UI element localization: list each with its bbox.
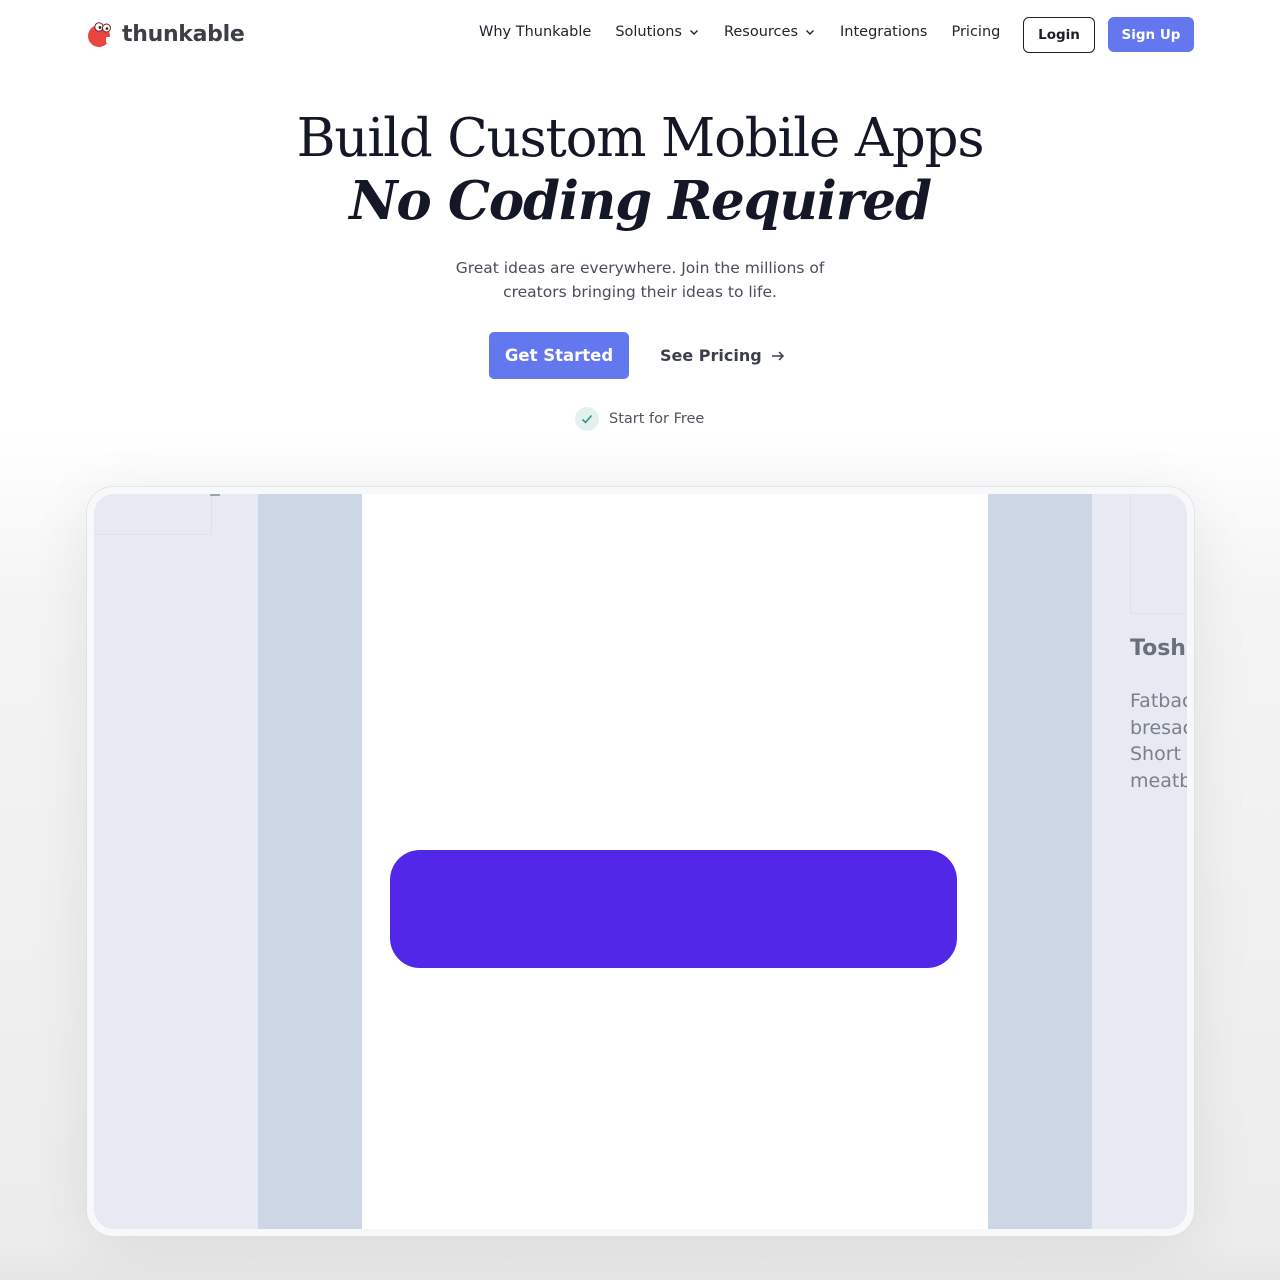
- hero-title-line2: No Coding Required: [349, 170, 932, 232]
- preview-card-body: Fatbac bresac Short meatb: [1130, 688, 1187, 794]
- preview-divider: [210, 494, 220, 496]
- preview-card-body-line: Fatbac: [1130, 690, 1187, 712]
- start-for-free-note: Start for Free: [575, 407, 704, 431]
- chevron-down-icon: [806, 30, 815, 35]
- nav-item-label: Why Thunkable: [479, 24, 592, 40]
- nav-item-integrations[interactable]: Integrations: [840, 24, 927, 40]
- hero-subtitle: Great ideas are everywhere. Join the mil…: [0, 256, 1280, 304]
- chevron-down-icon: [689, 30, 698, 35]
- brand-name: thunkable: [122, 21, 245, 47]
- nav-item-solutions[interactable]: Solutions: [615, 24, 700, 40]
- preview-right-panel: Tosh Fatbac bresac Short meatb: [1092, 494, 1187, 1229]
- see-pricing-label: See Pricing: [660, 346, 762, 365]
- see-pricing-link[interactable]: See Pricing: [660, 346, 786, 365]
- nav-item-label: Solutions: [615, 24, 682, 40]
- thunkable-mascot-icon: [86, 20, 114, 48]
- check-icon: [575, 407, 599, 431]
- arrow-right-icon: [771, 350, 784, 361]
- brand-logo[interactable]: thunkable: [86, 20, 245, 48]
- preview-card-body-line: Short: [1130, 743, 1181, 765]
- preview-left-card: [94, 494, 212, 535]
- nav-item-label: Pricing: [951, 24, 1001, 40]
- hero-title: Build Custom Mobile Apps No Coding Requi…: [0, 108, 1280, 232]
- hero-title-line1: Build Custom Mobile Apps: [296, 108, 985, 169]
- sign-up-button[interactable]: Sign Up: [1108, 17, 1194, 52]
- top-navigation: thunkable Why Thunkable Solutions Resour…: [0, 0, 1280, 70]
- hero-subtitle-line2: creators bringing their ideas to life.: [503, 283, 777, 301]
- nav-item-why-thunkable[interactable]: Why Thunkable: [479, 24, 591, 40]
- nav-item-label: Integrations: [840, 24, 928, 40]
- nav-item-resources[interactable]: Resources: [724, 24, 816, 40]
- preview-card-body-line: bresac: [1130, 716, 1187, 739]
- preview-card-image: [1130, 494, 1187, 614]
- get-started-button[interactable]: Get Started: [489, 332, 629, 379]
- preview-accent-button: [390, 850, 957, 968]
- hero-subtitle-line1: Great ideas are everywhere. Join the mil…: [455, 259, 825, 277]
- nav-item-pricing[interactable]: Pricing: [951, 24, 1000, 40]
- nav-item-label: Resources: [723, 24, 799, 40]
- start-for-free-text: Start for Free: [609, 411, 705, 427]
- preview-left-sidebar: [258, 494, 362, 1229]
- preview-left-panel: [94, 494, 258, 1229]
- login-button[interactable]: Login: [1023, 17, 1095, 53]
- preview-card-body-line: meatb: [1130, 769, 1187, 792]
- preview-phone-screen: [362, 494, 988, 1229]
- app-preview-screen: Tosh Fatbac bresac Short meatb: [94, 494, 1187, 1229]
- preview-right-sidebar: [988, 494, 1092, 1229]
- cta-row: Get Started See Pricing: [489, 332, 786, 379]
- nav-menu: Why Thunkable Solutions Resources Integr…: [479, 24, 1024, 40]
- preview-card-title: Tosh: [1130, 636, 1186, 661]
